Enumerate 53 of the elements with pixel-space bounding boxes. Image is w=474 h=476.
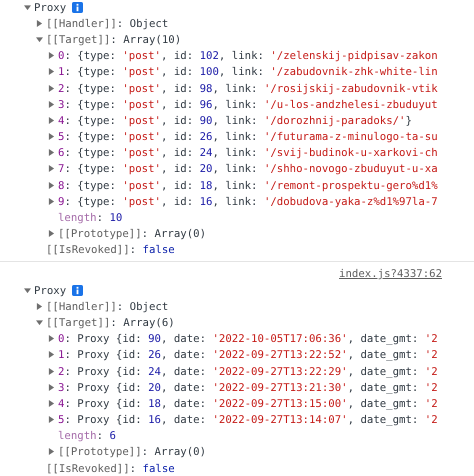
property-line[interactable]: 5: {type: 'post', id: 26, link: '/futurama-z-minulogo-ta-su bbox=[58, 130, 438, 144]
property-line[interactable]: Proxy bbox=[34, 284, 66, 297]
property-line[interactable]: 1: {type: 'post', id: 100, link: '/zabudovnik-zhk-white-lin bbox=[58, 65, 438, 78]
property-line[interactable]: 3: {type: 'post', id: 96, link: '/u-los-andzhelesi-zbuduyut bbox=[58, 98, 438, 111]
property-line[interactable]: 6: {type: 'post', id: 24, link: '/svij-budinok-u-xarkovi-ch bbox=[58, 146, 438, 160]
property-line[interactable]: 2: {type: 'post', id: 98, link: '/rosijskij-zabudovnik-vtik bbox=[58, 82, 438, 95]
triangle-right-icon[interactable] bbox=[48, 351, 55, 358]
property-line[interactable]: 0: Proxy {id: 90, date: '2022-10-05T17:06:36', date_gmt: '2 bbox=[58, 332, 438, 346]
triangle-right-icon[interactable] bbox=[48, 400, 55, 407]
triangle-right-icon[interactable] bbox=[48, 448, 55, 456]
property-line[interactable]: 8: {type: 'post', id: 18, link: '/remont-prospektu-gero%d1% bbox=[58, 178, 438, 192]
property-line[interactable]: 0: {type: 'post', id: 102, link: '/zelenskij-pidpisav-zakon bbox=[58, 49, 438, 62]
triangle-right-icon[interactable] bbox=[48, 384, 55, 391]
property-line[interactable]: [[Target]]: Array(6) bbox=[46, 316, 175, 329]
triangle-right-icon[interactable] bbox=[48, 335, 55, 342]
triangle-right-icon[interactable] bbox=[48, 165, 55, 172]
property-line[interactable]: 7: {type: 'post', id: 20, link: '/shho-novogo-zbuduyut-u-xa bbox=[58, 162, 438, 176]
triangle-right-icon[interactable] bbox=[48, 100, 55, 108]
property-line[interactable]: [[Target]]: Array(10) bbox=[46, 32, 182, 46]
property-line: [[IsRevoked]]: false bbox=[46, 462, 175, 475]
triangle-down-icon[interactable] bbox=[24, 4, 31, 11]
property-line[interactable]: [[Handler]]: Object bbox=[46, 16, 168, 30]
triangle-down-icon[interactable] bbox=[36, 318, 43, 326]
property-line[interactable]: 2: Proxy {id: 24, date: '2022-09-27T13:22:29', date_gmt: '2 bbox=[58, 364, 438, 378]
triangle-right-icon[interactable] bbox=[48, 230, 55, 238]
property-line[interactable]: 4: {type: 'post', id: 90, link: '/dorozhnij-paradoks/'} bbox=[58, 114, 412, 127]
property-line[interactable]: [[Prototype]]: Array(0) bbox=[58, 445, 206, 458]
triangle-right-icon[interactable] bbox=[36, 302, 43, 310]
property-line[interactable]: 1: Proxy {id: 26, date: '2022-09-27T13:22:52', date_gmt: '2 bbox=[58, 348, 438, 362]
property-line[interactable]: 9: {type: 'post', id: 16, link: '/dobudova-yaka-z%d1%97la-7 bbox=[58, 194, 438, 208]
triangle-right-icon[interactable] bbox=[36, 20, 43, 27]
source-link[interactable]: index.js?4337:62 bbox=[339, 267, 442, 282]
property-line[interactable]: 4: Proxy {id: 18, date: '2022-09-27T13:15:00', date_gmt: '2 bbox=[58, 396, 438, 410]
triangle-right-icon[interactable] bbox=[48, 84, 55, 92]
property-line[interactable]: 3: Proxy {id: 20, date: '2022-09-27T13:21:30', date_gmt: '2 bbox=[58, 380, 438, 394]
triangle-right-icon[interactable] bbox=[48, 116, 55, 124]
triangle-right-icon[interactable] bbox=[48, 198, 55, 205]
triangle-right-icon[interactable] bbox=[48, 133, 55, 140]
property-line: length: 10 bbox=[58, 211, 122, 224]
property-line[interactable]: [[Prototype]]: Array(0) bbox=[58, 227, 206, 240]
property-line[interactable]: [[Handler]]: Object bbox=[46, 300, 168, 313]
property-line: [[IsRevoked]]: false bbox=[46, 243, 175, 256]
property-line[interactable]: Proxy bbox=[34, 0, 66, 14]
triangle-right-icon[interactable] bbox=[48, 368, 55, 375]
triangle-right-icon[interactable] bbox=[48, 182, 55, 189]
property-line[interactable]: 5: Proxy {id: 16, date: '2022-09-27T13:14:07', date_gmt: '2 bbox=[58, 413, 438, 426]
triangle-right-icon[interactable] bbox=[48, 416, 55, 424]
triangle-right-icon[interactable] bbox=[48, 68, 55, 76]
triangle-down-icon[interactable] bbox=[24, 286, 31, 294]
property-line: length: 6 bbox=[58, 429, 116, 442]
triangle-down-icon[interactable] bbox=[36, 36, 43, 43]
triangle-right-icon[interactable] bbox=[48, 52, 55, 60]
triangle-right-icon[interactable] bbox=[48, 149, 55, 156]
